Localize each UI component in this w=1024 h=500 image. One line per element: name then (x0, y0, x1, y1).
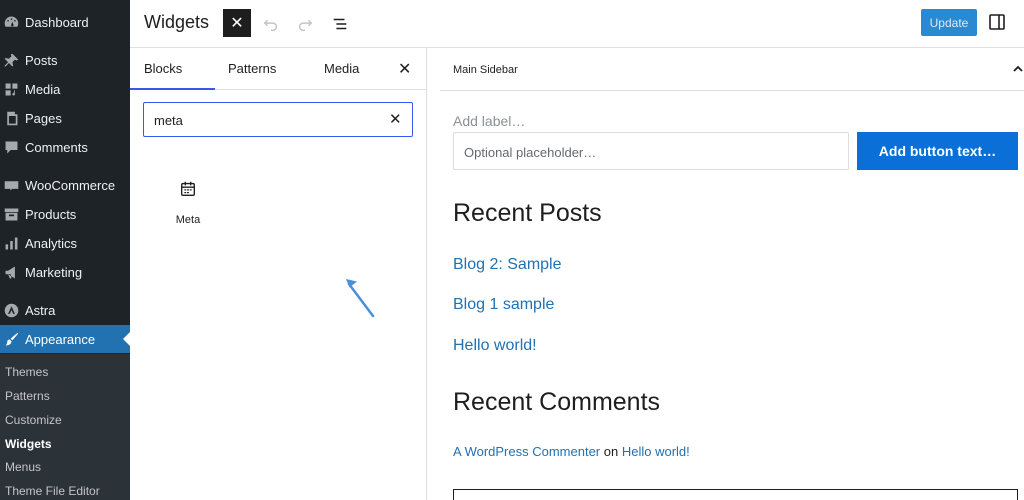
menu-label: Analytics (25, 235, 78, 251)
comment-item: A WordPress Commenter on Hello world! (453, 444, 690, 459)
menu-item-marketing[interactable]: Marketing (0, 258, 130, 286)
widget-area-title: Main Sidebar (453, 64, 518, 76)
redo-icon[interactable] (294, 13, 316, 35)
menu-label: Posts (25, 52, 58, 68)
comment-icon (2, 138, 20, 156)
submenu-item-theme-file-editor[interactable]: Theme File Editor (5, 484, 100, 498)
menu-label: WooCommerce (25, 177, 116, 193)
tab-media[interactable]: Media (324, 61, 359, 76)
menu-label: Dashboard (25, 14, 89, 30)
submenu-item-customize[interactable]: Customize (5, 413, 62, 427)
menu-label: Appearance (25, 331, 96, 347)
search-widget-placeholder: Optional placeholder… (464, 145, 597, 160)
calendar-icon (179, 180, 197, 198)
block-search-input[interactable] (154, 112, 374, 128)
active-indicator (123, 332, 130, 346)
woocommerce-icon (2, 176, 20, 194)
comment-author-link[interactable]: A WordPress Commenter (453, 444, 600, 459)
update-button[interactable]: Update (921, 9, 977, 36)
megaphone-icon (2, 263, 20, 281)
comment-post-link[interactable]: Hello world! (622, 444, 690, 459)
list-view-icon[interactable] (329, 13, 351, 35)
menu-item-analytics[interactable]: Analytics (0, 229, 130, 257)
search-widget-label[interactable]: Add label… (453, 113, 525, 129)
dashboard-icon (2, 13, 20, 31)
appearance-submenu: Themes Patterns Customize Widgets Menus … (0, 354, 130, 500)
widget-area-header[interactable]: Main Sidebar (440, 48, 1024, 91)
block-inserter-panel: Blocks Patterns Media ✕ ✕ Meta (130, 48, 427, 500)
menu-item-products[interactable]: Products (0, 200, 130, 228)
recent-posts-heading: Recent Posts (453, 199, 602, 227)
menu-label: Comments (25, 139, 88, 155)
block-result-meta[interactable]: Meta (163, 176, 213, 226)
recent-comments-heading: Recent Comments (453, 388, 661, 416)
block-search-box: ✕ (143, 102, 413, 137)
admin-sidebar: Dashboard Posts Media Pages Comments Woo… (0, 0, 130, 500)
pages-icon (2, 109, 20, 127)
post-link[interactable]: Hello world! (453, 337, 537, 355)
menu-label: Pages (25, 110, 62, 126)
menu-label: Marketing (25, 264, 83, 280)
submenu-item-patterns[interactable]: Patterns (5, 389, 50, 403)
archive-icon (2, 205, 20, 223)
menu-item-woocommerce[interactable]: WooCommerce (0, 171, 130, 199)
menu-item-astra[interactable]: Astra (0, 296, 130, 324)
astra-icon (2, 301, 20, 319)
menu-item-pages[interactable]: Pages (0, 104, 130, 132)
menu-label: Products (25, 206, 77, 222)
tab-blocks[interactable]: Blocks (144, 61, 182, 76)
close-inserter-button[interactable]: ✕ (223, 9, 251, 37)
next-widget-block[interactable] (453, 489, 1018, 500)
page-title: Widgets (144, 12, 210, 32)
menu-item-dashboard[interactable]: Dashboard (0, 8, 130, 36)
bar-chart-icon (2, 234, 20, 252)
menu-label: Astra (25, 302, 56, 318)
tab-patterns[interactable]: Patterns (228, 61, 276, 76)
post-link[interactable]: Blog 2: Sample (453, 256, 562, 274)
widget-area-canvas: Main Sidebar Add label… Optional placeho… (427, 48, 1024, 500)
inserter-tabs: Blocks Patterns Media ✕ (130, 48, 427, 90)
menu-item-comments[interactable]: Comments (0, 133, 130, 161)
search-widget-button[interactable]: Add button text… (857, 132, 1018, 170)
search-widget-input[interactable]: Optional placeholder… (453, 132, 849, 170)
active-tab-indicator (130, 88, 215, 90)
menu-item-media[interactable]: Media (0, 75, 130, 103)
settings-sidebar-icon[interactable] (987, 12, 1007, 32)
pin-icon (2, 51, 20, 69)
menu-item-posts[interactable]: Posts (0, 46, 130, 74)
paintbrush-icon (2, 330, 20, 348)
submenu-item-themes[interactable]: Themes (5, 365, 48, 379)
comment-connector: on (603, 444, 619, 459)
menu-item-appearance[interactable]: Appearance (0, 325, 130, 353)
submenu-item-widgets[interactable]: Widgets (5, 437, 52, 451)
menu-label: Media (25, 81, 61, 97)
media-icon (2, 80, 20, 98)
post-link[interactable]: Blog 1 sample (453, 296, 554, 314)
close-panel-icon[interactable]: ✕ (398, 59, 411, 79)
chevron-up-icon[interactable] (1011, 62, 1024, 76)
pointer-arrow-icon (346, 279, 375, 318)
undo-icon[interactable] (260, 13, 282, 35)
clear-search-icon[interactable]: ✕ (389, 110, 402, 128)
block-result-label: Meta (175, 214, 201, 226)
submenu-item-menus[interactable]: Menus (5, 460, 41, 474)
editor-toolbar: Widgets ✕ Update (130, 0, 1024, 48)
